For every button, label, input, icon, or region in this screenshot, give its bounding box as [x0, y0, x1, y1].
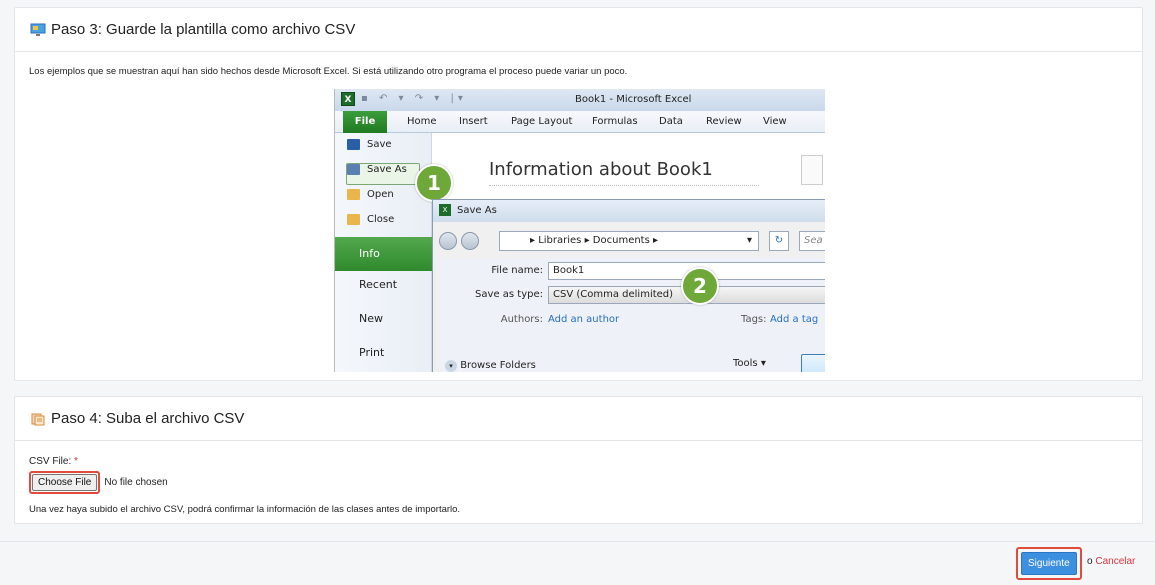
tags-label: Tags: — [741, 314, 767, 325]
document-thumbnail-icon — [801, 155, 823, 185]
next-button-highlight: Siguiente — [1016, 547, 1082, 580]
browse-folders-row: ▾ Browse Folders — [445, 360, 536, 372]
choose-file-highlight: Choose File — [29, 471, 101, 494]
ribbon-tab-file: File — [343, 111, 387, 133]
ribbon-tab-data: Data — [659, 116, 683, 127]
ribbon-tab-insert: Insert — [459, 116, 488, 127]
ribbon-tab-review: Review — [706, 116, 742, 127]
tools-label: Tools — [733, 358, 758, 369]
forward-icon — [461, 232, 479, 250]
chevron-down-icon: ▾ — [760, 358, 766, 369]
step4-title: Paso 4: Suba el archivo CSV — [51, 410, 245, 427]
excel-titlebar: X ▪ ↶ ▾ ↷ ▾ |▾ Book1 - Microsoft Excel — [335, 89, 825, 111]
path-documents: Documents — [592, 235, 650, 246]
step3-header: Paso 3: Guarde la plantilla como archivo… — [15, 8, 1142, 52]
dialog-titlebar: X Save As — [433, 200, 825, 222]
save-as-icon — [347, 164, 360, 175]
excel-ribbon: File Home Insert Page Layout Formulas Da… — [335, 111, 825, 133]
upload-note: Una vez haya subido el archivo CSV, podr… — [29, 504, 461, 515]
chevron-right-icon: ▸ — [530, 235, 539, 246]
chevron-right-icon: ▸ — [653, 235, 659, 246]
save-icon — [347, 139, 360, 150]
ribbon-tab-formulas: Formulas — [592, 116, 638, 127]
upload-files-icon — [31, 413, 45, 425]
info-title: Information about Book1 — [489, 159, 713, 180]
page: Paso 3: Guarde la plantilla como archivo… — [0, 0, 1155, 585]
backstage-item-close: Close — [347, 214, 394, 225]
info-divider — [489, 185, 759, 186]
chevron-up-icon: ▾ — [445, 360, 457, 372]
step-badge-2: 2 — [681, 267, 719, 305]
path-bar: ▸ Libraries ▸ Documents ▸ ▾ — [499, 231, 759, 251]
backstage-item-save: Save — [347, 139, 392, 150]
excel-logo-icon: X — [341, 92, 355, 106]
save-button-partial — [801, 354, 825, 372]
backstage-item-open: Open — [347, 189, 394, 200]
step3-description: Los ejemplos que se muestran aquí han si… — [29, 66, 628, 77]
next-button[interactable]: Siguiente — [1021, 552, 1077, 575]
backstage-nav-info: Info — [335, 237, 432, 271]
csv-file-label: CSV File: * — [29, 456, 78, 467]
chevron-right-icon: ▸ — [584, 235, 593, 246]
dialog-title: Save As — [457, 205, 497, 216]
ribbon-tab-home: Home — [407, 116, 437, 127]
back-icon — [439, 232, 457, 250]
save-type-label: Save as type: — [475, 289, 543, 300]
authors-label: Authors: — [500, 314, 543, 325]
folder-close-icon — [347, 214, 360, 225]
step4-panel: Paso 4: Suba el archivo CSV CSV File: * … — [14, 396, 1143, 524]
step3-title: Paso 3: Guarde la plantilla como archivo… — [51, 21, 356, 38]
path-libraries: Libraries — [538, 235, 582, 246]
dialog-navbar: ▸ Libraries ▸ Documents ▸ ▾ ↻ Sea — [439, 230, 825, 252]
step4-header: Paso 4: Suba el archivo CSV — [15, 397, 1142, 441]
excel-mini-icon: X — [439, 204, 451, 216]
backstage-nav-print: Print — [359, 346, 385, 359]
step3-panel: Paso 3: Guarde la plantilla como archivo… — [14, 7, 1143, 381]
file-name-label: File name: — [491, 265, 543, 276]
choose-file-button[interactable]: Choose File — [32, 474, 98, 491]
ribbon-tab-view: View — [763, 116, 787, 127]
or-text: o — [1087, 556, 1093, 567]
cancel-link[interactable]: Cancelar — [1095, 556, 1135, 567]
no-file-text: No file chosen — [104, 477, 168, 488]
chevron-down-icon: ▾ — [746, 235, 752, 246]
excel-window-title: Book1 - Microsoft Excel — [575, 94, 692, 105]
step-badge-1: 1 — [415, 164, 453, 202]
save-as-dialog: X Save As ▸ Libraries ▸ Documents ▸ ▾ ↻ — [432, 199, 825, 372]
tags-link: Add a tag — [770, 314, 819, 325]
ribbon-tab-page-layout: Page Layout — [511, 116, 573, 127]
dialog-search: Sea — [799, 231, 825, 251]
backstage-sidebar: Save Save As Open Close Info Recent New … — [335, 133, 432, 372]
authors-link: Add an author — [548, 314, 620, 325]
monitor-icon — [30, 23, 46, 36]
upload-section: CSV File: * Choose File No file chosen U… — [15, 441, 1142, 515]
browse-folders-label: Browse Folders — [460, 360, 536, 371]
backstage-nav-new: New — [359, 312, 383, 325]
folder-open-icon — [347, 189, 360, 200]
backstage-item-save-as: Save As — [347, 164, 407, 175]
required-mark: * — [74, 456, 78, 467]
tools-row: Tools ▾ — [733, 358, 766, 369]
quick-access-icons: ▪ ↶ ▾ ↷ ▾ |▾ — [361, 93, 467, 104]
cancel-group: o Cancelar — [1087, 556, 1135, 567]
backstage-nav-recent: Recent — [359, 278, 398, 291]
refresh-icon: ↻ — [769, 231, 789, 251]
excel-screenshot: X ▪ ↶ ▾ ↷ ▾ |▾ Book1 - Microsoft Excel F… — [334, 89, 825, 372]
file-input-row: Choose File No file chosen — [29, 471, 1142, 494]
footer-bar: Siguiente o Cancelar — [0, 541, 1155, 585]
